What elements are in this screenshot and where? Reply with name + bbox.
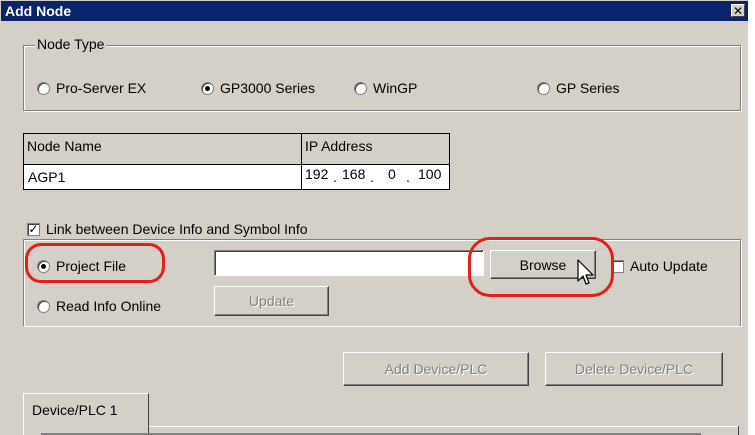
auto-update-label: Auto Update (630, 258, 708, 274)
node-name-header: Node Name (23, 133, 302, 165)
delete-device-plc-button[interactable]: Delete Device/PLC (545, 352, 723, 386)
ip-address-input[interactable]: 192 . 168 . 0 . 100 (301, 164, 450, 190)
close-icon: ✕ (732, 4, 744, 18)
radio-label: WinGP (373, 80, 418, 96)
radio-pro-server-ex[interactable]: Pro-Server EX (37, 80, 146, 96)
radio-dot-icon (37, 81, 50, 95)
radio-label: Pro-Server EX (56, 80, 147, 96)
checkbox-box-icon (611, 259, 624, 273)
radio-label: Read Info Online (56, 298, 162, 314)
ip-octet-3[interactable]: 0 (388, 166, 396, 182)
radio-dot-icon (354, 81, 367, 95)
ip-dot-3: . (406, 169, 410, 185)
project-file-path-input[interactable] (214, 250, 484, 276)
node-type-group (23, 45, 741, 111)
node-type-legend: Node Type (35, 36, 107, 52)
add-device-plc-button[interactable]: Add Device/PLC (343, 352, 529, 386)
radio-dot-icon (37, 299, 50, 313)
radio-dot-icon (201, 81, 214, 95)
delete-device-plc-label: Delete Device/PLC (574, 361, 694, 377)
add-node-dialog: Add Node ✕ Node Type Pro-Server EX GP300… (0, 0, 748, 435)
ip-dot-2: . (370, 169, 374, 185)
tab-label: Device/PLC 1 (32, 402, 118, 418)
radio-label: GP3000 Series (220, 80, 315, 96)
node-name-value: AGP1 (28, 169, 66, 185)
node-name-input[interactable]: AGP1 (23, 164, 302, 190)
tab-device-plc-1[interactable]: Device/PLC 1 (23, 393, 149, 435)
radio-read-info-online[interactable]: Read Info Online (37, 298, 161, 314)
close-button[interactable]: ✕ (731, 4, 745, 17)
ip-dot-1: . (333, 169, 337, 185)
radio-project-file[interactable]: Project File (37, 258, 126, 274)
ip-octet-2[interactable]: 168 (342, 166, 365, 182)
radio-gp-series[interactable]: GP Series (537, 80, 620, 96)
ip-octet-4[interactable]: 100 (418, 166, 441, 182)
checkmark-icon: ✓ (27, 221, 40, 236)
add-device-plc-label: Add Device/PLC (384, 361, 488, 377)
link-info-checkbox[interactable]: ✓ Link between Device Info and Symbol In… (27, 221, 312, 237)
tab-panel-border (149, 426, 739, 427)
update-button[interactable]: Update (214, 286, 329, 316)
radio-wingp[interactable]: WinGP (354, 80, 417, 96)
ip-address-header: IP Address (301, 133, 450, 165)
ip-octet-1[interactable]: 192 (305, 166, 328, 182)
radio-gp3000-series[interactable]: GP3000 Series (201, 80, 315, 96)
radio-label: GP Series (556, 80, 620, 96)
title-bar: Add Node ✕ (1, 1, 748, 21)
radio-dot-icon (537, 81, 550, 95)
window-title: Add Node (5, 3, 72, 19)
auto-update-checkbox[interactable]: Auto Update (611, 258, 708, 274)
link-info-label: Link between Device Info and Symbol Info (46, 221, 308, 237)
update-label: Update (248, 293, 295, 309)
browse-label: Browse (519, 256, 567, 273)
radio-dot-icon (37, 259, 50, 273)
radio-label: Project File (56, 258, 127, 274)
mouse-pointer-icon (577, 259, 594, 285)
